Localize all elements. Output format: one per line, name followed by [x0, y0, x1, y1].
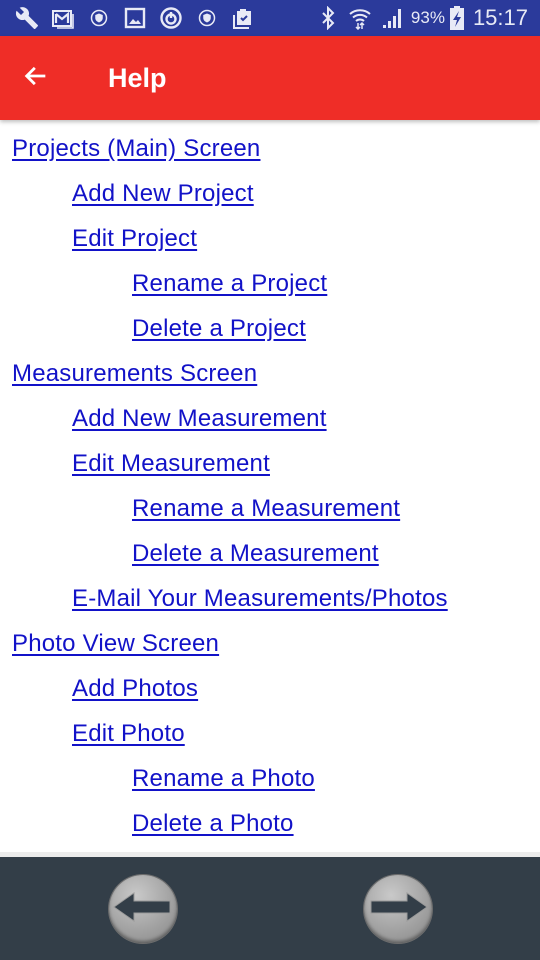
help-link-rename-a-measurement[interactable]: Rename a Measurement [132, 495, 400, 522]
list-item: Delete a Measurement [0, 539, 540, 584]
bottom-navigation-bar [0, 857, 540, 960]
help-link-measurements-screen[interactable]: Measurements Screen [12, 360, 257, 387]
help-link-add-photos[interactable]: Add Photos [72, 675, 198, 702]
gmail-icon [50, 6, 76, 30]
list-item: Add New Measurement [0, 404, 540, 449]
battery-percent: 93% [410, 8, 445, 27]
battery-charging-icon [449, 6, 465, 30]
help-link-delete-a-photo[interactable]: Delete a Photo [132, 810, 294, 837]
list-item: Edit Measurement [0, 449, 540, 494]
help-link-delete-a-project[interactable]: Delete a Project [132, 315, 306, 342]
page-title: Help [108, 62, 167, 93]
help-link-add-new-measurement[interactable]: Add New Measurement [72, 405, 327, 432]
gallery-icon [122, 6, 148, 30]
help-link-list: Projects (Main) Screen Add New Project Edi… [0, 120, 540, 852]
help-content[interactable]: Projects (Main) Screen Add New Project Edi… [0, 120, 540, 852]
list-item: Projects (Main) Screen [0, 134, 540, 179]
list-item: Delete a Photo [0, 809, 540, 852]
list-item: Rename a Photo [0, 764, 540, 809]
next-button[interactable] [364, 875, 432, 943]
help-link-add-new-project[interactable]: Add New Project [72, 180, 254, 207]
help-link-rename-a-photo[interactable]: Rename a Photo [132, 765, 315, 792]
help-link-edit-photo[interactable]: Edit Photo [72, 720, 185, 747]
list-item: Rename a Measurement [0, 494, 540, 539]
list-item: Photo View Screen [0, 629, 540, 674]
list-item: Delete a Project [0, 314, 540, 359]
list-item: Measurements Screen [0, 359, 540, 404]
help-link-photo-view-screen[interactable]: Photo View Screen [12, 630, 219, 657]
help-link-edit-measurement[interactable]: Edit Measurement [72, 450, 270, 477]
help-link-projects-main-screen[interactable]: Projects (Main) Screen [12, 135, 260, 162]
help-link-edit-project[interactable]: Edit Project [72, 225, 197, 252]
wifi-icon [347, 6, 373, 30]
vpn-shield-icon [194, 6, 220, 30]
notification-icons [0, 6, 266, 30]
list-item: Add Photos [0, 674, 540, 719]
list-item: Edit Project [0, 224, 540, 269]
list-item: Rename a Project [0, 269, 540, 314]
list-item: E-Mail Your Measurements/Photos [0, 584, 540, 629]
help-link-delete-a-measurement[interactable]: Delete a Measurement [132, 540, 379, 567]
list-item: Add New Project [0, 179, 540, 224]
arrow-left-circle-icon [112, 887, 174, 932]
signal-icon [379, 6, 405, 30]
previous-button[interactable] [109, 875, 177, 943]
wrench-icon [14, 6, 40, 30]
arrow-left-icon [22, 62, 50, 95]
app-bar: Help [0, 36, 540, 120]
help-link-rename-a-project[interactable]: Rename a Project [132, 270, 327, 297]
arrow-right-circle-icon [367, 887, 429, 932]
system-icons: 93% 15:17 [315, 5, 540, 31]
clock: 15:17 [472, 5, 528, 30]
back-button[interactable] [12, 54, 60, 102]
list-item: Edit Photo [0, 719, 540, 764]
help-link-e-mail-your-measurements-photos[interactable]: E-Mail Your Measurements/Photos [72, 585, 448, 612]
status-bar: 93% 15:17 [0, 0, 540, 36]
bluetooth-icon [315, 6, 341, 30]
vpn-shield-icon [86, 6, 112, 30]
briefcase-check-icon [230, 6, 256, 30]
sync-circle-icon [158, 6, 184, 30]
